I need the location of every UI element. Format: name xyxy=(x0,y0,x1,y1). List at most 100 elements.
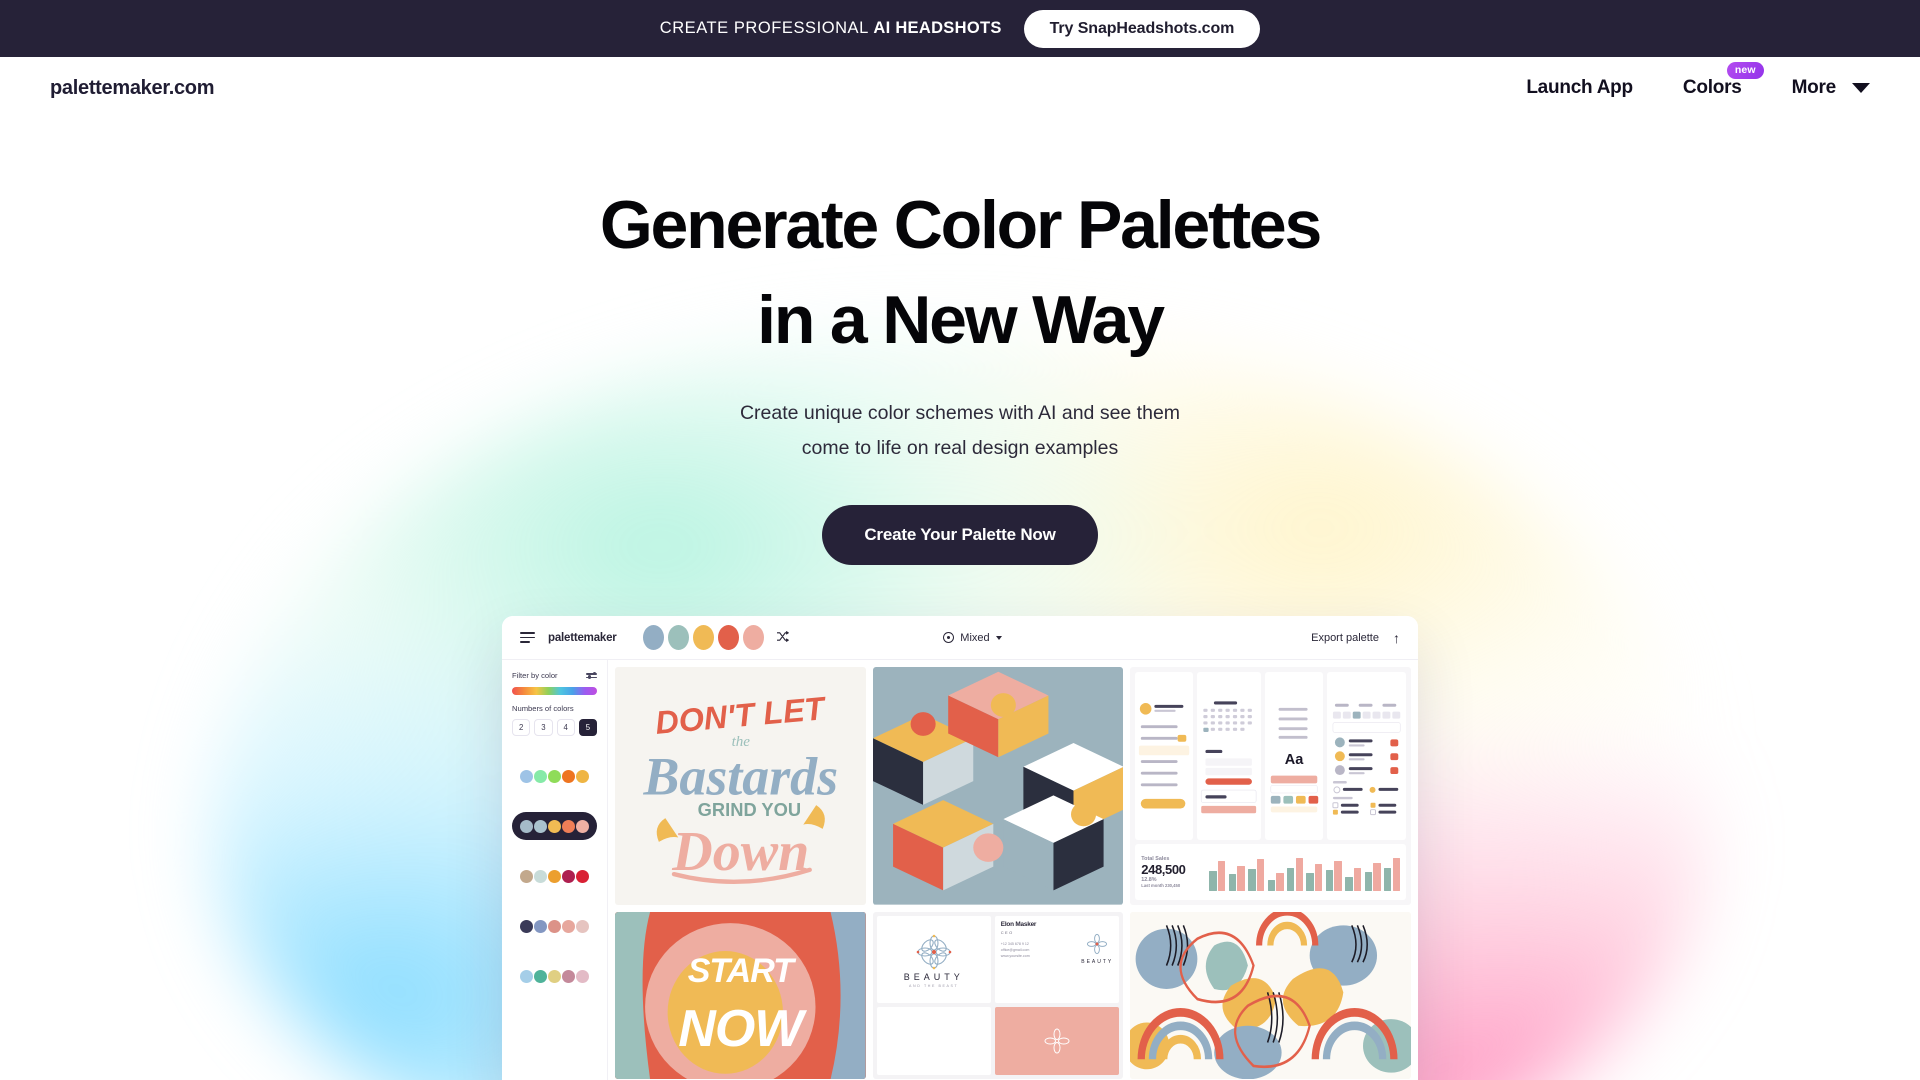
color-count-option-2[interactable]: 2 xyxy=(512,719,531,736)
color-spectrum-slider[interactable] xyxy=(512,687,597,695)
sales-bar-chart xyxy=(1209,853,1400,891)
sliders-icon[interactable] xyxy=(586,671,597,679)
palette-swatch xyxy=(562,969,575,983)
mixed-dropdown[interactable]: Mixed xyxy=(943,632,1002,644)
isometric-artwork xyxy=(872,667,1124,905)
contact-line-1: office@gmail.com xyxy=(1000,948,1030,953)
numbers-of-colors-options: 2345 xyxy=(512,719,597,736)
palette-option-1[interactable] xyxy=(512,812,597,840)
bar xyxy=(1314,863,1323,891)
export-palette-label: Export palette xyxy=(1311,631,1379,644)
bar xyxy=(1306,872,1314,891)
preview-card-dashboard[interactable]: Aa Total Sales 248,500 12.8% Last month … xyxy=(1130,667,1411,905)
bar xyxy=(1334,860,1342,891)
toolbar-swatch-0[interactable] xyxy=(642,625,664,650)
palette-swatch xyxy=(576,969,589,983)
export-palette-button[interactable]: Export palette ↑ xyxy=(1311,631,1400,645)
beauty-logo-icon xyxy=(916,934,952,969)
hamburger-menu-icon[interactable] xyxy=(520,631,535,644)
promo-text-normal: CREATE PROFESSIONAL xyxy=(659,19,874,37)
color-count-option-3[interactable]: 3 xyxy=(534,719,553,736)
site-logo[interactable]: palettemaker.com xyxy=(50,77,214,100)
business-card-pink xyxy=(994,1007,1120,1075)
contact-person-name: Elon Masker xyxy=(1000,920,1037,928)
try-snapheadshots-button[interactable]: Try SnapHeadshots.com xyxy=(1023,9,1261,48)
bar-group-5 xyxy=(1306,853,1323,891)
preview-card-start-now[interactable]: START NOW xyxy=(615,911,866,1079)
palette-option-4[interactable] xyxy=(512,962,597,990)
palette-swatch xyxy=(534,769,547,783)
nav-link-colors[interactable]: Colors new xyxy=(1682,62,1764,99)
palette-swatch xyxy=(562,819,575,833)
palette-option-0[interactable] xyxy=(512,762,597,790)
toolbar-swatch-4[interactable] xyxy=(742,625,764,650)
palette-swatch xyxy=(534,819,547,833)
bar xyxy=(1276,873,1284,891)
bar xyxy=(1353,868,1362,891)
hero-subtitle-line2: come to life on real design examples xyxy=(801,436,1119,459)
promo-banner: CREATE PROFESSIONAL AI HEADSHOTS Try Sna… xyxy=(0,0,1920,57)
bar xyxy=(1286,867,1295,891)
bar-group-7 xyxy=(1345,853,1362,891)
bar-group-6 xyxy=(1325,853,1342,891)
palette-option-2[interactable] xyxy=(512,862,597,890)
preview-card-abstract-pattern[interactable] xyxy=(1130,911,1411,1079)
palette-swatch xyxy=(562,869,575,883)
bar xyxy=(1295,857,1303,891)
toolbar-swatch-3[interactable] xyxy=(717,625,739,650)
business-card-logo: BEAUTY AND THE BEAST xyxy=(876,915,991,1004)
nav-link-launch-app[interactable]: Launch App xyxy=(1526,77,1633,99)
palette-swatch xyxy=(520,969,533,983)
dashboard-orders-art xyxy=(1332,703,1401,816)
dashboard-orders-panel xyxy=(1326,672,1406,841)
preview-card-business-cards[interactable]: BEAUTY AND THE BEAST Elon Masker CEO +12… xyxy=(872,911,1124,1079)
hero-subtitle-line1: Create unique color schemes with AI and … xyxy=(739,402,1181,424)
palette-swatch xyxy=(520,819,533,833)
palette-swatch xyxy=(576,819,589,833)
palette-option-3[interactable] xyxy=(512,912,597,940)
bar xyxy=(1267,879,1275,891)
palette-swatch xyxy=(576,769,589,783)
business-card-letterhead xyxy=(876,1007,991,1075)
preview-card-lettering-poster[interactable]: DON'T LET the Bastards GRIND YOU Down xyxy=(615,667,866,905)
palette-swatch xyxy=(576,869,589,883)
palette-swatch xyxy=(548,969,561,983)
business-card-contact: Elon Masker CEO +12 345 678 9 12 office@g… xyxy=(994,915,1120,1004)
bar xyxy=(1392,858,1400,891)
nav-link-more[interactable]: More xyxy=(1792,77,1870,99)
app-body: Filter by color Numbers of colors 2345 D… xyxy=(502,659,1418,1080)
bar-group-0 xyxy=(1209,853,1226,891)
bar xyxy=(1228,874,1237,891)
bar xyxy=(1237,866,1245,891)
lettering-artwork: DON'T LET the Bastards GRIND YOU Down xyxy=(642,690,838,884)
preview-card-isometric-illustration[interactable] xyxy=(872,667,1124,905)
svg-text:Bastards: Bastards xyxy=(642,746,838,806)
new-badge: new xyxy=(1726,62,1764,79)
shuffle-icon[interactable] xyxy=(776,630,789,645)
palette-swatch xyxy=(562,769,575,783)
filter-by-color-label: Filter by color xyxy=(512,671,558,680)
hero-title-line1: Generate Color Palettes xyxy=(599,187,1323,263)
total-sales-footnote: Last month 230,450 xyxy=(1141,883,1181,889)
filter-by-color-header: Filter by color xyxy=(512,671,597,680)
bar xyxy=(1373,862,1381,891)
palette-swatch xyxy=(520,919,533,933)
upload-arrow-icon: ↑ xyxy=(1392,629,1400,646)
bar-group-8 xyxy=(1364,853,1381,891)
contact-person-role: CEO xyxy=(1000,929,1014,935)
svg-text:GRIND YOU: GRIND YOU xyxy=(697,799,800,820)
color-count-option-4[interactable]: 4 xyxy=(556,719,575,736)
palette-swatch xyxy=(562,919,575,933)
beauty-logo-icon-small xyxy=(1087,933,1108,954)
toolbar-swatch-2[interactable] xyxy=(692,625,714,650)
palette-swatch xyxy=(548,819,561,833)
app-toolbar: palettemaker Mixed Export palette ↑ xyxy=(502,616,1418,659)
create-palette-button[interactable]: Create Your Palette Now xyxy=(822,505,1098,566)
total-sales-block: Total Sales 248,500 12.8% Last month 230… xyxy=(1141,856,1201,888)
bar xyxy=(1325,870,1334,891)
beauty-brand-name: BEAUTY xyxy=(903,971,964,982)
palette-swatch xyxy=(548,919,561,933)
toolbar-swatch-1[interactable] xyxy=(667,625,689,650)
color-count-option-5[interactable]: 5 xyxy=(578,719,597,736)
nav-link-colors-label: Colors xyxy=(1682,77,1742,98)
